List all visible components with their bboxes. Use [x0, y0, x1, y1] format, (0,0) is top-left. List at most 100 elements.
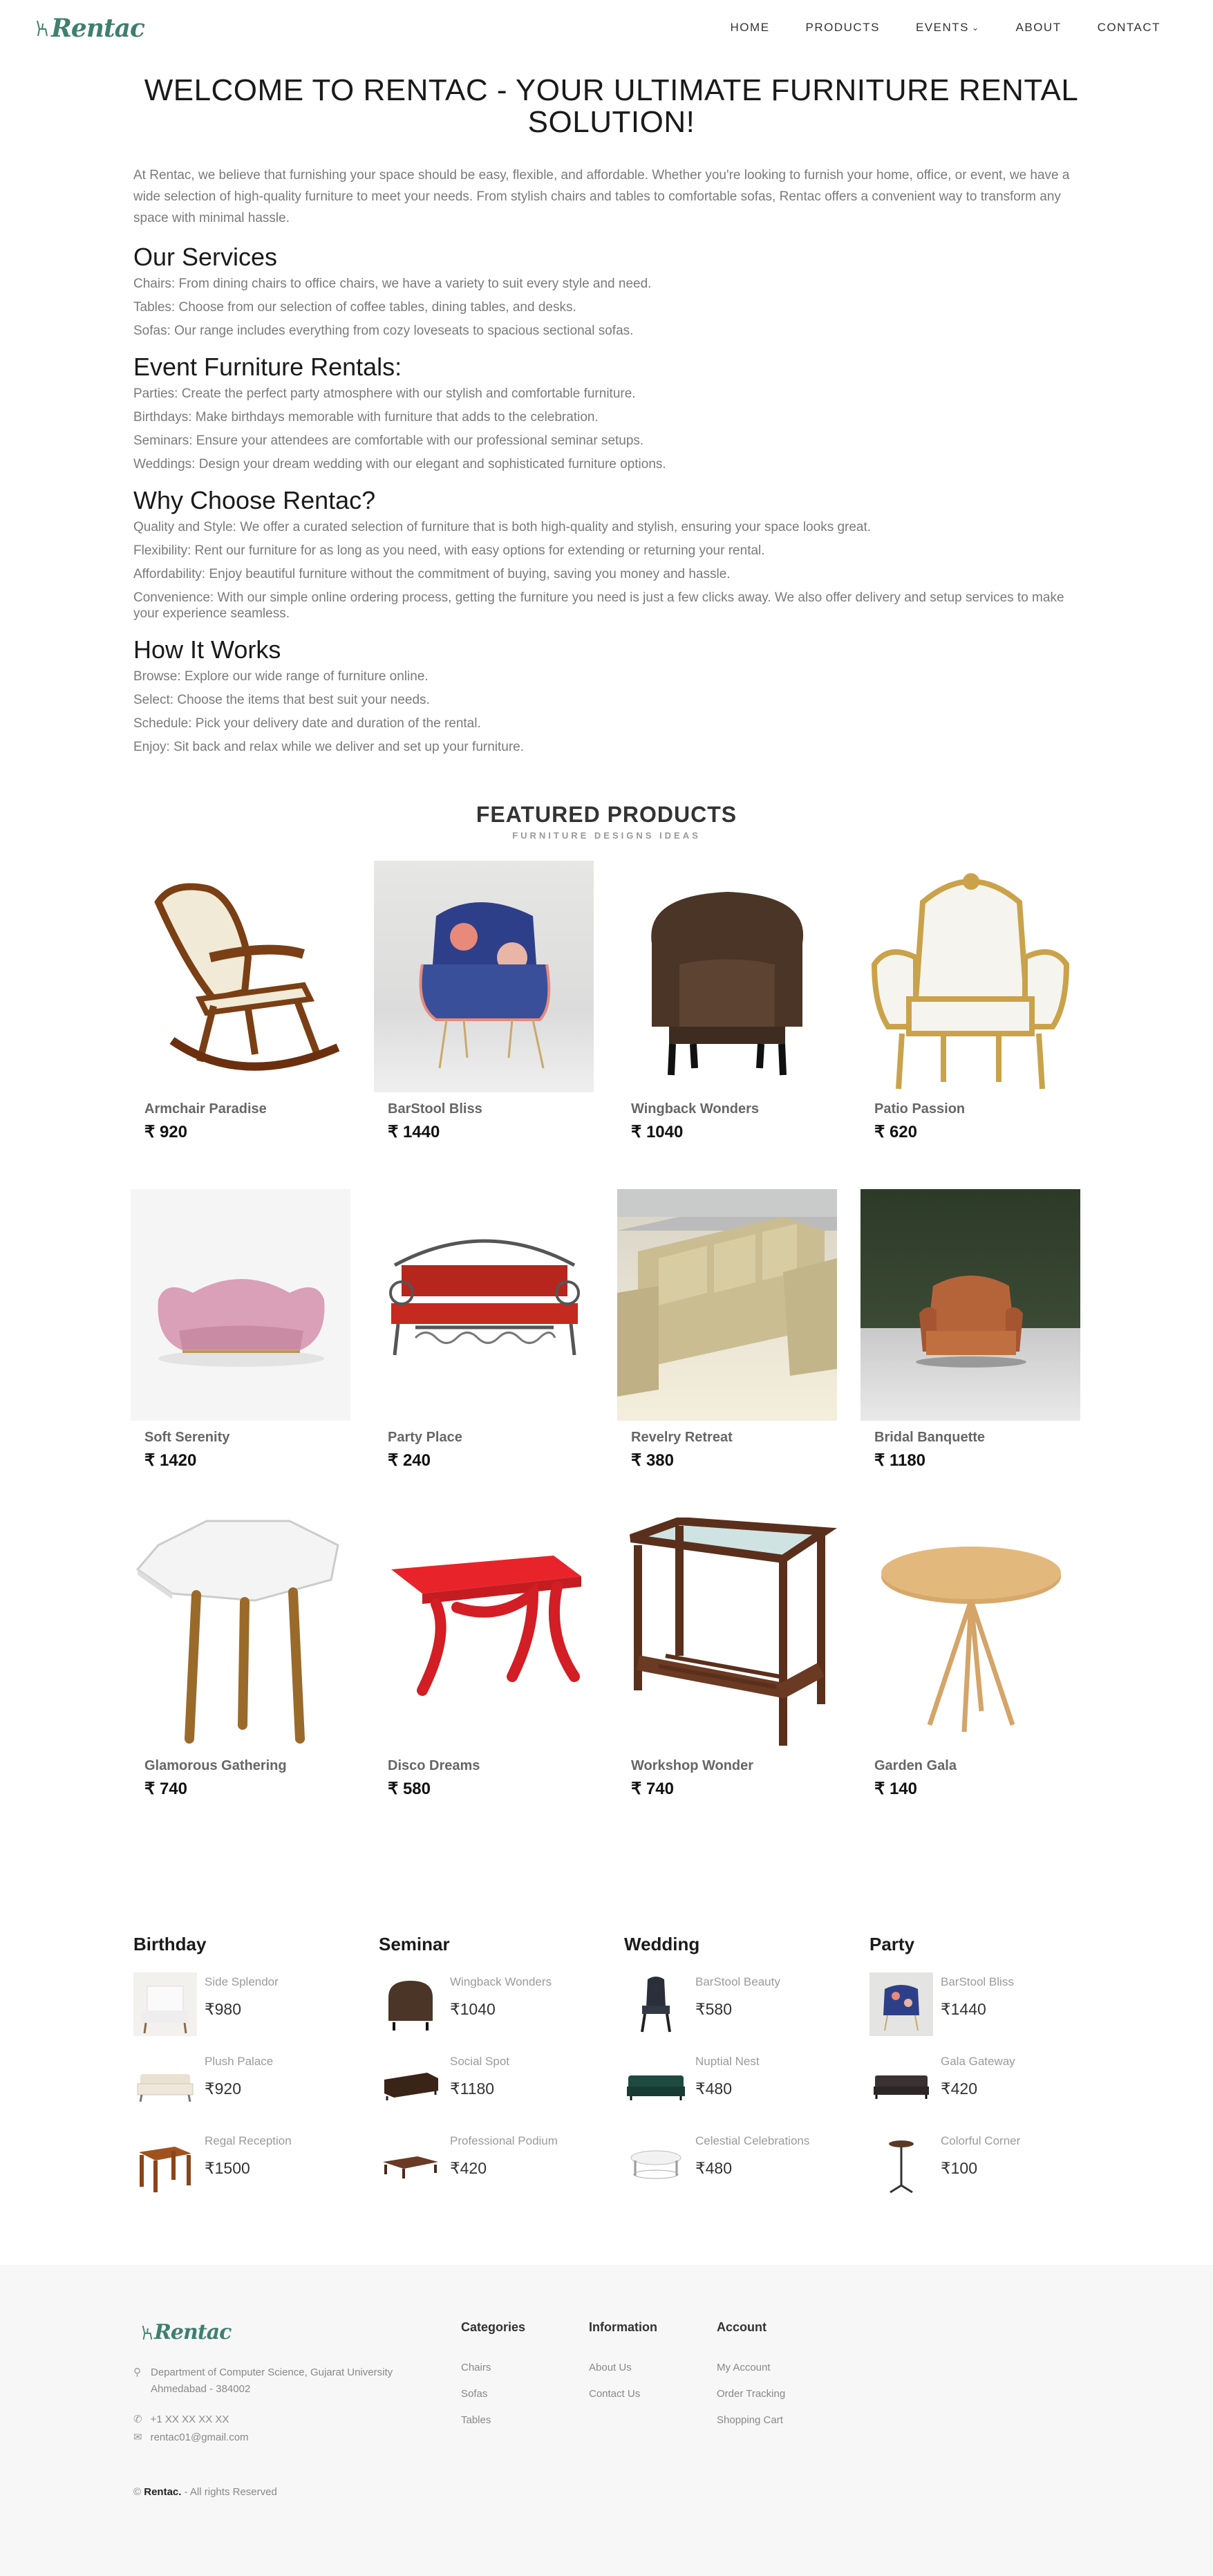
chevron-down-icon: ⌄	[971, 23, 980, 32]
nav-home[interactable]: HOME	[713, 21, 788, 35]
category-item-name: Celestial Celebrations	[695, 2134, 810, 2147]
floral-armchair-icon	[374, 861, 594, 1092]
product-price: ₹ 140	[874, 1780, 917, 1798]
footer-account-title: Account	[717, 2320, 767, 2334]
category-item[interactable]: Celestial Celebrations ₹480	[624, 2131, 845, 2201]
product-card[interactable]: Disco Dreams ₹ 580	[374, 1518, 594, 1822]
floral-armchair-icon	[869, 1972, 933, 2036]
category-title: Party	[869, 1934, 915, 1954]
dark-sofa-icon	[379, 2052, 442, 2116]
category-item[interactable]: Wingback Wonders ₹1040	[379, 1972, 600, 2042]
product-card[interactable]: Glamorous Gathering ₹ 740	[131, 1518, 350, 1822]
category-item[interactable]: BarStool Bliss ₹1440	[869, 1972, 1091, 2042]
featured-title: FEATURED PRODUCTS	[476, 802, 737, 827]
category-item-price: ₹420	[941, 2080, 978, 2098]
footer-categories: Categories	[461, 2320, 525, 2335]
product-name: Wingback Wonders	[631, 1101, 760, 1117]
footer-link-chairs[interactable]: Chairs	[461, 2362, 491, 2373]
intro-lead: At Rentac, we believe that furnishing yo…	[133, 168, 1070, 225]
why-line: Flexibility: Rent our furniture for as l…	[133, 543, 765, 558]
product-name: Revelry Retreat	[631, 1430, 733, 1445]
category-item[interactable]: Plush Palace ₹920	[133, 2052, 355, 2121]
footer-link-tables[interactable]: Tables	[461, 2414, 491, 2426]
category-item[interactable]: Social Spot ₹1180	[379, 2052, 600, 2121]
cream-sofa-icon	[133, 2052, 197, 2116]
category-party: Party BarStool Bliss ₹1440 Gala Gateway …	[869, 1934, 1091, 2194]
footer-link-my-account[interactable]: My Account	[717, 2362, 771, 2373]
product-card[interactable]: Revelry Retreat ₹ 380	[617, 1189, 837, 1493]
copyright-brand: Rentac.	[144, 2486, 182, 2498]
category-item[interactable]: Side Splendor ₹980	[133, 1972, 355, 2042]
category-item-price: ₹1500	[205, 2159, 250, 2177]
product-card[interactable]: Bridal Banquette ₹ 1180	[861, 1189, 1080, 1493]
product-name: Armchair Paradise	[144, 1101, 267, 1117]
category-wedding: Wedding BarStool Beauty ₹580 Nuptial Nes…	[624, 1934, 845, 2179]
white-table-icon	[624, 2131, 688, 2195]
footer-link-shopping-cart[interactable]: Shopping Cart	[717, 2414, 783, 2426]
how-heading: How It Works	[133, 635, 281, 664]
nav-events-label: EVENTS	[915, 21, 969, 34]
category-item[interactable]: Colorful Corner ₹100	[869, 2131, 1091, 2201]
grey-sofa-icon	[869, 2052, 933, 2116]
product-price: ₹ 1040	[631, 1123, 684, 1141]
product-card[interactable]: Party Place ₹ 240	[374, 1189, 594, 1493]
nav-contact[interactable]: CONTACT	[1080, 21, 1178, 35]
product-card[interactable]: Armchair Paradise ₹ 920	[131, 861, 350, 1165]
product-price: ₹ 380	[631, 1451, 674, 1470]
product-name: Soft Serenity	[144, 1430, 230, 1445]
footer-logo[interactable]: Rentac	[140, 2320, 232, 2344]
logo[interactable]: Rentac	[35, 14, 145, 43]
page-title: WELCOME TO RENTAC - YOUR ULTIMATE FURNIT…	[133, 75, 1089, 138]
map-pin-icon: ⚲	[133, 2367, 141, 2378]
product-card[interactable]: Garden Gala ₹ 140	[861, 1518, 1080, 1822]
footer-information: Information	[589, 2320, 657, 2335]
category-item-price: ₹580	[695, 2000, 733, 2018]
category-item-price: ₹480	[695, 2080, 733, 2098]
footer-logo-text: Rentac	[154, 2320, 232, 2344]
category-title: Birthday	[133, 1934, 207, 1954]
product-name: Disco Dreams	[388, 1758, 480, 1773]
category-item-name: Wingback Wonders	[450, 1975, 552, 1988]
nav-about[interactable]: ABOUT	[998, 21, 1080, 35]
product-name: Bridal Banquette	[874, 1430, 986, 1445]
top-navbar: Rentac HOME PRODUCTS EVENTS ⌄ ABOUT CONTA…	[0, 0, 1213, 59]
address-line2: Ahmedabad - 384002	[151, 2383, 251, 2395]
footer-link-order-tracking[interactable]: Order Tracking	[717, 2388, 785, 2400]
nav-home-label: HOME	[730, 21, 770, 34]
brown-tub-chair-icon	[379, 1972, 442, 2036]
footer-email[interactable]: ✉ rentac01@gmail.com	[133, 2431, 249, 2444]
product-card[interactable]: Workshop Wonder ₹ 740	[617, 1518, 837, 1822]
intro-section: WELCOME TO RENTAC - YOUR ULTIMATE FURNIT…	[133, 75, 1089, 755]
category-item[interactable]: Regal Reception ₹1500	[133, 2131, 355, 2201]
category-item-price: ₹1040	[450, 2000, 496, 2018]
category-item-name: BarStool Beauty	[695, 1975, 780, 1988]
events-heading: Event Furniture Rentals:	[133, 353, 402, 381]
category-item-name: Gala Gateway	[941, 2055, 1015, 2068]
product-price: ₹ 620	[874, 1123, 917, 1141]
category-item[interactable]: Nuptial Nest ₹480	[624, 2052, 845, 2121]
category-item[interactable]: BarStool Beauty ₹580	[624, 1972, 845, 2042]
product-card[interactable]: Soft Serenity ₹ 1420	[131, 1189, 350, 1493]
green-sofa-icon	[624, 2052, 688, 2116]
category-item[interactable]: Professional Podium ₹420	[379, 2131, 600, 2201]
chair-logo-icon	[142, 2325, 153, 2340]
category-title: Seminar	[379, 1934, 450, 1954]
nav-events[interactable]: EVENTS ⌄	[898, 21, 998, 35]
product-card[interactable]: Patio Passion ₹ 620	[861, 861, 1080, 1165]
black-chair-icon	[624, 1972, 688, 2036]
category-item[interactable]: Gala Gateway ₹420	[869, 2052, 1091, 2121]
bar-stool-icon	[869, 2131, 933, 2195]
footer-account: Account	[717, 2320, 767, 2335]
nav-menu: HOME PRODUCTS EVENTS ⌄ ABOUT CONTACT	[713, 21, 1178, 35]
category-item-name: Nuptial Nest	[695, 2055, 760, 2068]
featured-subtitle: FURNITURE DESIGNS IDEAS	[512, 830, 701, 841]
footer-link-about[interactable]: About Us	[589, 2362, 632, 2373]
footer-link-contact[interactable]: Contact Us	[589, 2388, 640, 2400]
footer-link-sofas[interactable]: Sofas	[461, 2388, 487, 2400]
product-card[interactable]: BarStool Bliss ₹ 1440	[374, 861, 594, 1165]
glass-top-table-icon	[617, 1518, 837, 1749]
category-item-price: ₹920	[205, 2080, 242, 2098]
nav-products[interactable]: PRODUCTS	[788, 21, 898, 35]
brown-tub-chair-icon	[617, 861, 837, 1092]
product-card[interactable]: Wingback Wonders ₹ 1040	[617, 861, 837, 1165]
